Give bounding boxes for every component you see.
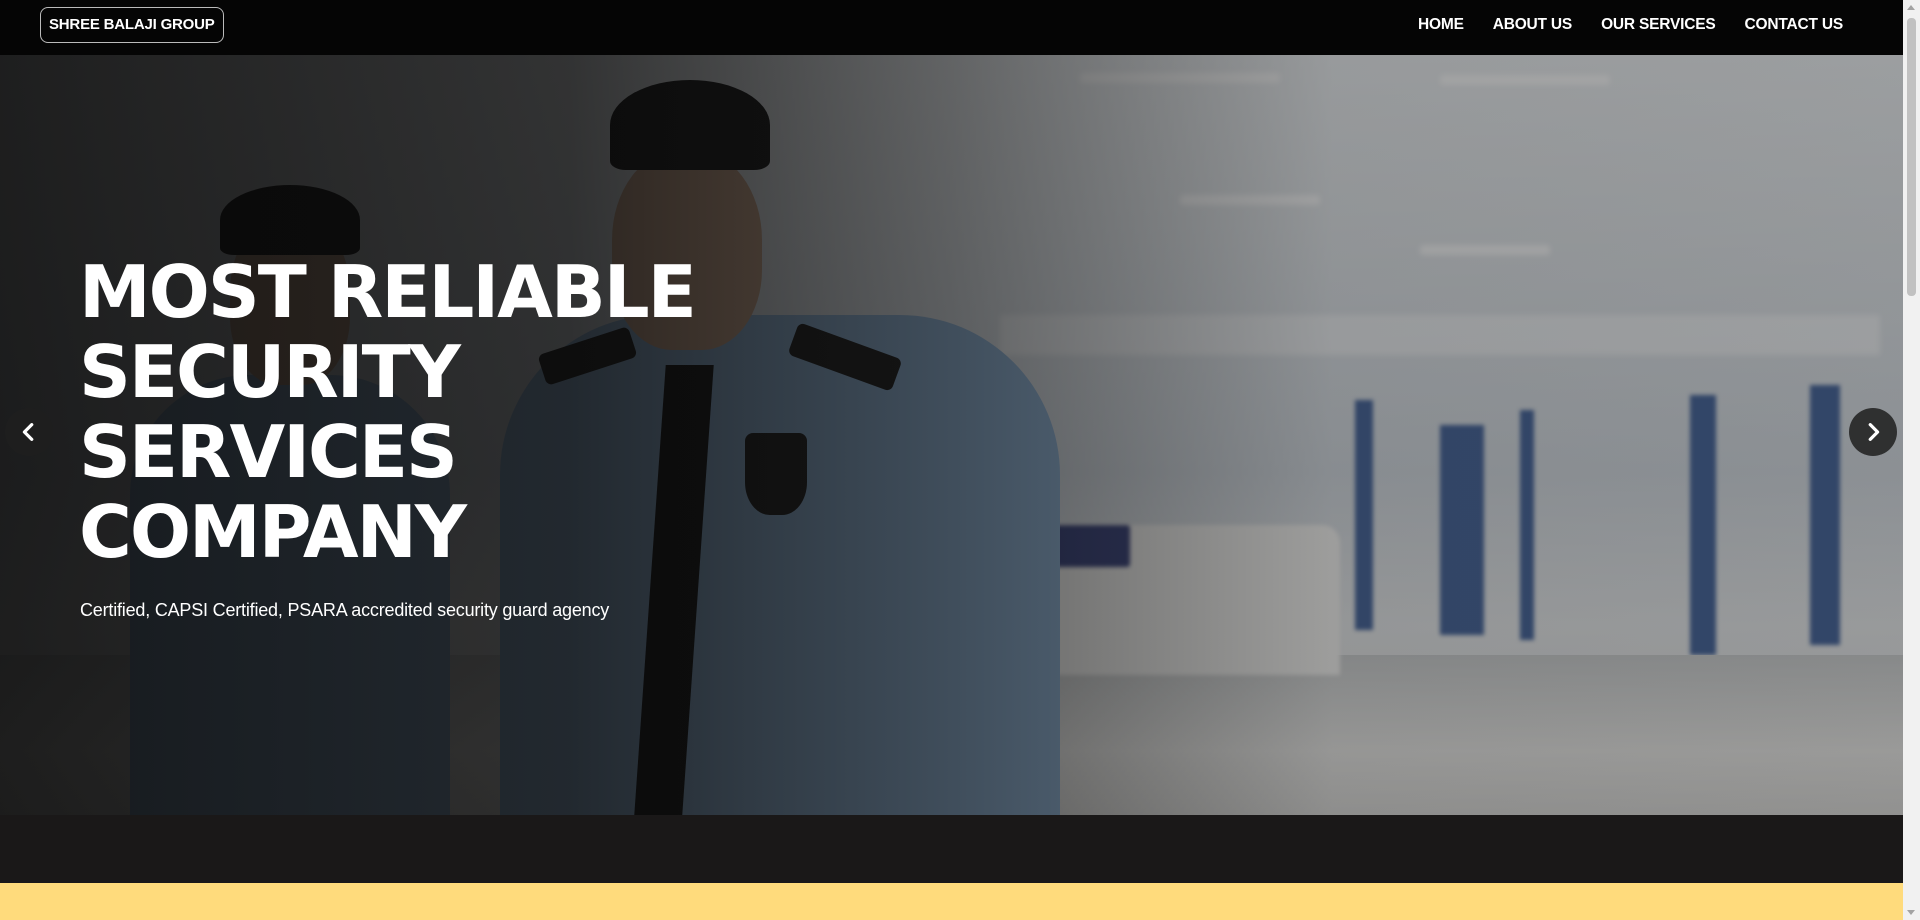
- carousel-prev-button[interactable]: [5, 408, 53, 456]
- section-divider-dark: [0, 815, 1903, 883]
- scroll-thumb[interactable]: [1907, 18, 1916, 296]
- nav-link-our-services[interactable]: OUR SERVICES: [1601, 16, 1716, 34]
- hero-subtitle: Certified, CAPSI Certified, PSARA accred…: [80, 600, 610, 620]
- page-scrollbar[interactable]: [1903, 0, 1920, 920]
- chevron-left-icon: [22, 423, 34, 441]
- carousel-next-button[interactable]: [1849, 408, 1897, 456]
- brand-logo[interactable]: SHREE BALAJI GROUP: [40, 7, 224, 43]
- page: SHREE BALAJI GROUP HOME ABOUT US OUR SER…: [0, 0, 1903, 920]
- section-yellow: [0, 883, 1903, 920]
- hero-carousel: MOST RELIABLE SECURITY SERVICES COMPANY …: [0, 55, 1903, 815]
- nav-link-contact-us[interactable]: CONTACT US: [1745, 16, 1844, 34]
- scroll-up-arrow-icon[interactable]: [1907, 5, 1915, 10]
- hero-title: MOST RELIABLE SECURITY SERVICES COMPANY: [79, 250, 697, 574]
- nav-link-about-us[interactable]: ABOUT US: [1493, 16, 1573, 34]
- chevron-right-icon: [1868, 423, 1880, 441]
- scroll-down-arrow-icon[interactable]: [1907, 910, 1915, 915]
- main-nav: HOME ABOUT US OUR SERVICES CONTACT US: [1389, 0, 1843, 50]
- navbar: SHREE BALAJI GROUP HOME ABOUT US OUR SER…: [0, 0, 1903, 55]
- nav-link-home[interactable]: HOME: [1418, 16, 1464, 34]
